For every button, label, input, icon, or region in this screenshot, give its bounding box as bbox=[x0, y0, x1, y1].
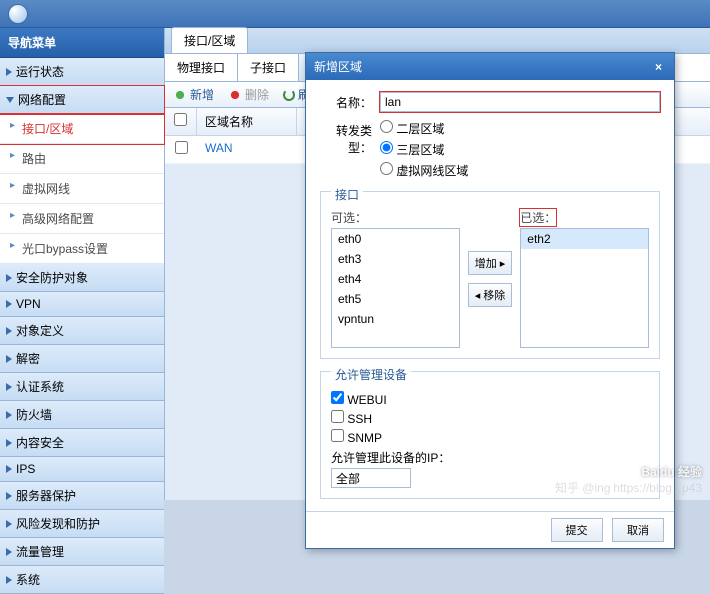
delete-icon bbox=[228, 88, 242, 102]
main-content: 接口/区域 物理接口子接口区域 新增 删除 刷新 区域名称 区域 WAN三层 新… bbox=[165, 28, 710, 500]
selected-label: 已选： bbox=[520, 209, 556, 226]
submit-button[interactable]: 提交 bbox=[551, 518, 603, 542]
nav-item[interactable]: 对象定义 bbox=[0, 317, 164, 345]
fwd-radio-group: 二层区域 三层区域 虚拟网线区域 bbox=[380, 120, 468, 183]
chevron-right-icon bbox=[6, 548, 12, 556]
cancel-button[interactable]: 取消 bbox=[612, 518, 664, 542]
refresh-icon bbox=[283, 89, 295, 101]
list-item[interactable]: eth5 bbox=[332, 289, 459, 309]
dialog-footer: 提交 取消 bbox=[306, 511, 674, 548]
nav-item[interactable]: 运行状态 bbox=[0, 58, 164, 86]
mgmt-checkbox[interactable]: WEBUI bbox=[331, 391, 649, 407]
sub-tab[interactable]: 子接口 bbox=[238, 54, 299, 81]
move-right-button[interactable]: 增加 ▸ bbox=[468, 251, 513, 275]
main-tab-strip: 接口/区域 bbox=[165, 28, 710, 54]
nav-subitem[interactable]: 虚拟网线 bbox=[0, 174, 164, 204]
nav-item[interactable]: 认证系统 bbox=[0, 373, 164, 401]
tab-interface-zone[interactable]: 接口/区域 bbox=[171, 27, 248, 53]
mgmt-ip-input[interactable] bbox=[331, 468, 411, 488]
delete-button[interactable]: 删除 bbox=[228, 86, 269, 103]
mgmt-checkbox[interactable]: SSH bbox=[331, 410, 649, 426]
fwd-radio-option[interactable]: 虚拟网线区域 bbox=[380, 162, 468, 179]
chevron-right-icon bbox=[6, 411, 12, 419]
avail-label: 可选： bbox=[331, 209, 460, 226]
nav-item[interactable]: VPN bbox=[0, 292, 164, 317]
move-left-button[interactable]: ◂ 移除 bbox=[468, 283, 513, 307]
close-icon[interactable]: × bbox=[651, 60, 666, 74]
dialog-title: 新增区域 bbox=[314, 58, 362, 75]
fwd-radio-option[interactable]: 三层区域 bbox=[380, 141, 468, 158]
chevron-right-icon bbox=[6, 274, 12, 282]
list-item[interactable]: eth0 bbox=[332, 229, 459, 249]
chevron-right-icon bbox=[6, 327, 12, 335]
nav-sidebar: 导航菜单 运行状态网络配置接口/区域路由虚拟网线高级网络配置光口bypass设置… bbox=[0, 28, 165, 500]
dialog-titlebar: 新增区域 × bbox=[306, 53, 674, 80]
available-listbox[interactable]: eth0eth3eth4eth5vpntun bbox=[331, 228, 460, 348]
nav-item[interactable]: 防火墙 bbox=[0, 401, 164, 429]
list-item[interactable]: eth3 bbox=[332, 249, 459, 269]
chevron-down-icon bbox=[6, 97, 14, 103]
mgmt-ip-label: 允许管理此设备的IP： bbox=[331, 449, 649, 466]
nav-item[interactable]: 内容安全 bbox=[0, 429, 164, 457]
chevron-right-icon bbox=[6, 300, 12, 308]
nav-item[interactable]: 系统 bbox=[0, 566, 164, 594]
nav-title: 导航菜单 bbox=[0, 28, 164, 58]
window-titlebar bbox=[0, 0, 710, 28]
selected-listbox[interactable]: eth2 bbox=[520, 228, 649, 348]
interface-legend: 接口 bbox=[331, 186, 363, 203]
fwd-label: 转发类型： bbox=[320, 120, 380, 156]
nav-item[interactable]: 网络配置 bbox=[0, 86, 164, 114]
add-button[interactable]: 新增 bbox=[173, 86, 214, 103]
fwd-radio-option[interactable]: 二层区域 bbox=[380, 120, 468, 137]
nav-item[interactable]: IPS bbox=[0, 457, 164, 482]
nav-item[interactable]: 流量管理 bbox=[0, 538, 164, 566]
nav-item[interactable]: 风险发现和防护 bbox=[0, 510, 164, 538]
mgmt-legend: 允许管理设备 bbox=[331, 366, 411, 383]
chevron-right-icon bbox=[6, 439, 12, 447]
nav-item[interactable]: 安全防护对象 bbox=[0, 264, 164, 292]
list-item[interactable]: eth2 bbox=[521, 229, 648, 249]
nav-item[interactable]: 服务器保护 bbox=[0, 482, 164, 510]
list-item[interactable]: vpntun bbox=[332, 309, 459, 329]
add-icon bbox=[173, 88, 187, 102]
row-checkbox[interactable] bbox=[175, 141, 188, 154]
name-input[interactable] bbox=[380, 92, 660, 112]
chevron-right-icon bbox=[6, 520, 12, 528]
chevron-right-icon bbox=[6, 465, 12, 473]
list-item[interactable]: eth4 bbox=[332, 269, 459, 289]
nav-subitem[interactable]: 高级网络配置 bbox=[0, 204, 164, 234]
new-zone-dialog: 新增区域 × 名称： 转发类型： 二层区域 三层区域 虚拟网线区域 接口 可选： bbox=[305, 52, 675, 549]
chevron-right-icon bbox=[6, 492, 12, 500]
chevron-right-icon bbox=[6, 383, 12, 391]
col-name-header: 区域名称 bbox=[197, 108, 297, 135]
sub-tab[interactable]: 物理接口 bbox=[165, 54, 238, 81]
chevron-right-icon bbox=[6, 68, 12, 76]
app-logo-icon bbox=[8, 4, 28, 24]
name-label: 名称： bbox=[320, 92, 380, 111]
select-all-checkbox[interactable] bbox=[174, 113, 187, 126]
mgmt-fieldset: 允许管理设备 WEBUI SSH SNMP 允许管理此设备的IP： bbox=[320, 371, 660, 499]
nav-item[interactable]: 解密 bbox=[0, 345, 164, 373]
chevron-right-icon bbox=[6, 576, 12, 584]
nav-subitem[interactable]: 路由 bbox=[0, 144, 164, 174]
nav-subitem[interactable]: 接口/区域 bbox=[0, 114, 164, 144]
chevron-right-icon bbox=[6, 355, 12, 363]
interface-fieldset: 接口 可选： eth0eth3eth4eth5vpntun 增加 ▸ ◂ 移除 … bbox=[320, 191, 660, 359]
nav-subitem[interactable]: 光口bypass设置 bbox=[0, 234, 164, 264]
mgmt-checkbox[interactable]: SNMP bbox=[331, 429, 649, 445]
